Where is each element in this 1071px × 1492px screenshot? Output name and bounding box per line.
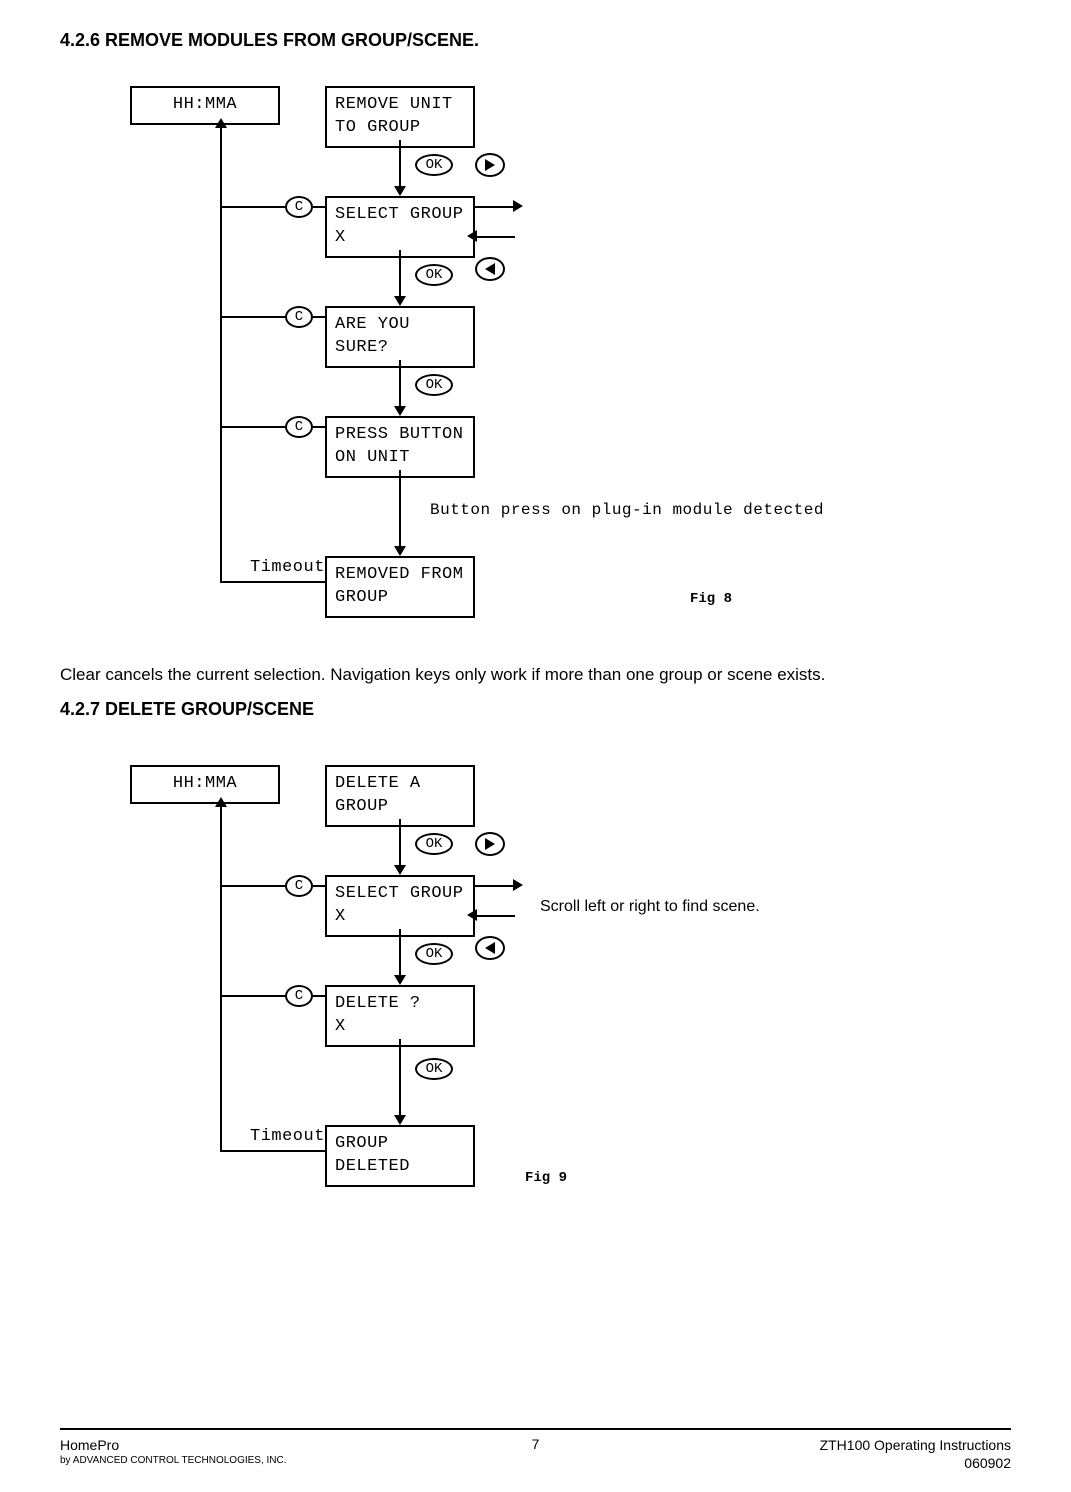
footer-brand: HomePro [60, 1436, 287, 1454]
footer-doc: ZTH100 Operating Instructions [820, 1436, 1011, 1454]
box-press-button: PRESS BUTTON ON UNIT [325, 416, 475, 478]
box-group-deleted: GROUP DELETED [325, 1125, 475, 1187]
nav-left-icon-2 [475, 936, 505, 960]
c-button-3: C [285, 416, 313, 438]
box-delete-group: DELETE A GROUP [325, 765, 475, 827]
c-button-2: C [285, 306, 313, 328]
c-button-1: C [285, 196, 313, 218]
box-select-group-2: SELECT GROUP X [325, 875, 475, 937]
scroll-note: Scroll left or right to find scene. [540, 898, 760, 916]
label-timeout-2: Timeout [250, 1127, 325, 1146]
nav-right-icon-2 [475, 832, 505, 856]
box-select-group: SELECT GROUP X [325, 196, 475, 258]
ok-button-5: OK [415, 943, 453, 965]
box-time: HH:MMA [130, 86, 280, 125]
fig-9-label: Fig 9 [525, 1170, 567, 1186]
clear-cancels-text: Clear cancels the current selection. Nav… [60, 665, 1011, 685]
box-remove-unit: REMOVE UNIT TO GROUP [325, 86, 475, 148]
nav-left-icon [475, 257, 505, 281]
fig-8-label: Fig 8 [690, 591, 732, 607]
label-timeout-1: Timeout [250, 558, 325, 577]
diagram-fig9: HH:MMA DELETE A GROUP OK SELECT GROUP X … [130, 750, 930, 1280]
c-button-5: C [285, 985, 313, 1007]
ok-button-6: OK [415, 1058, 453, 1080]
box-removed-from-group: REMOVED FROM GROUP [325, 556, 475, 618]
box-time-2: HH:MMA [130, 765, 280, 804]
label-detected: Button press on plug-in module detected [430, 501, 824, 519]
page-footer: HomePro by ADVANCED CONTROL TECHNOLOGIES… [60, 1428, 1011, 1472]
diagram-fig8: HH:MMA REMOVE UNIT TO GROUP OK SELECT GR… [130, 71, 930, 651]
box-delete-confirm: DELETE ? X [325, 985, 475, 1047]
ok-button-3: OK [415, 374, 453, 396]
box-are-you-sure: ARE YOU SURE? [325, 306, 475, 368]
footer-page: 7 [532, 1436, 540, 1452]
ok-button-1: OK [415, 154, 453, 176]
section-427-title: 4.2.7 DELETE GROUP/SCENE [60, 699, 1011, 720]
section-426-title: 4.2.6 REMOVE MODULES FROM GROUP/SCENE. [60, 30, 1011, 51]
ok-button-4: OK [415, 833, 453, 855]
c-button-4: C [285, 875, 313, 897]
footer-sub: by ADVANCED CONTROL TECHNOLOGIES, INC. [60, 1454, 287, 1467]
nav-right-icon [475, 153, 505, 177]
ok-button-2: OK [415, 264, 453, 286]
footer-date: 060902 [820, 1454, 1011, 1472]
